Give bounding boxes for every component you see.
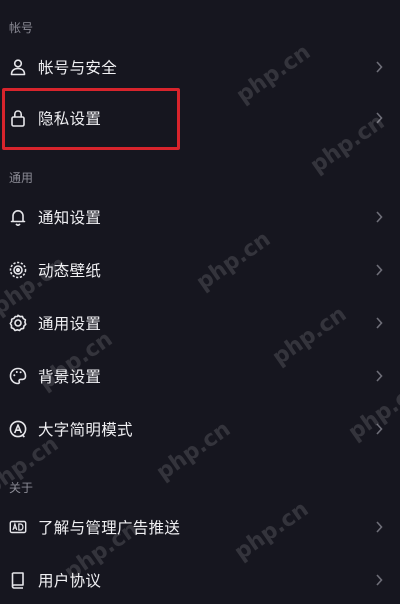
ad-icon <box>8 517 28 537</box>
row-account-security[interactable]: 帐号与安全 <box>0 43 400 91</box>
chevron-right-icon <box>374 262 384 278</box>
row-label: 通用设置 <box>38 315 102 333</box>
row-notification-settings[interactable]: 通知设置 <box>0 193 400 241</box>
section-header-general: 通用 <box>9 171 34 185</box>
chevron-right-icon <box>374 368 384 384</box>
section-header-account: 帐号 <box>9 21 34 35</box>
palette-icon <box>8 366 28 386</box>
row-background-settings[interactable]: 背景设置 <box>0 352 400 400</box>
large-text-icon <box>8 419 28 439</box>
row-label: 帐号与安全 <box>38 59 118 77</box>
row-label: 背景设置 <box>38 368 102 386</box>
row-label: 动态壁纸 <box>38 262 102 280</box>
person-icon <box>8 57 28 77</box>
gear-icon <box>8 313 28 333</box>
row-user-agreement[interactable]: 用户协议 <box>0 556 400 604</box>
chevron-right-icon <box>374 421 384 437</box>
chevron-right-icon <box>374 572 384 588</box>
section-header-about: 关于 <box>9 481 34 495</box>
row-label: 用户协议 <box>38 572 102 590</box>
row-label: 了解与管理广告推送 <box>38 519 181 537</box>
chevron-right-icon <box>374 110 384 126</box>
bell-icon <box>8 207 28 227</box>
chevron-right-icon <box>374 315 384 331</box>
row-large-font-mode[interactable]: 大字简明模式 <box>0 405 400 453</box>
chevron-right-icon <box>374 209 384 225</box>
row-ad-management[interactable]: 了解与管理广告推送 <box>0 503 400 551</box>
chevron-right-icon <box>374 59 384 75</box>
wallpaper-icon <box>8 260 28 280</box>
book-icon <box>8 570 28 590</box>
row-label: 隐私设置 <box>38 110 102 128</box>
row-label: 通知设置 <box>38 209 102 227</box>
row-privacy-settings[interactable]: 隐私设置 <box>0 94 400 142</box>
row-general-settings[interactable]: 通用设置 <box>0 299 400 347</box>
lock-icon <box>8 108 28 128</box>
chevron-right-icon <box>374 519 384 535</box>
row-label: 大字简明模式 <box>38 421 133 439</box>
row-dynamic-wallpaper[interactable]: 动态壁纸 <box>0 246 400 294</box>
